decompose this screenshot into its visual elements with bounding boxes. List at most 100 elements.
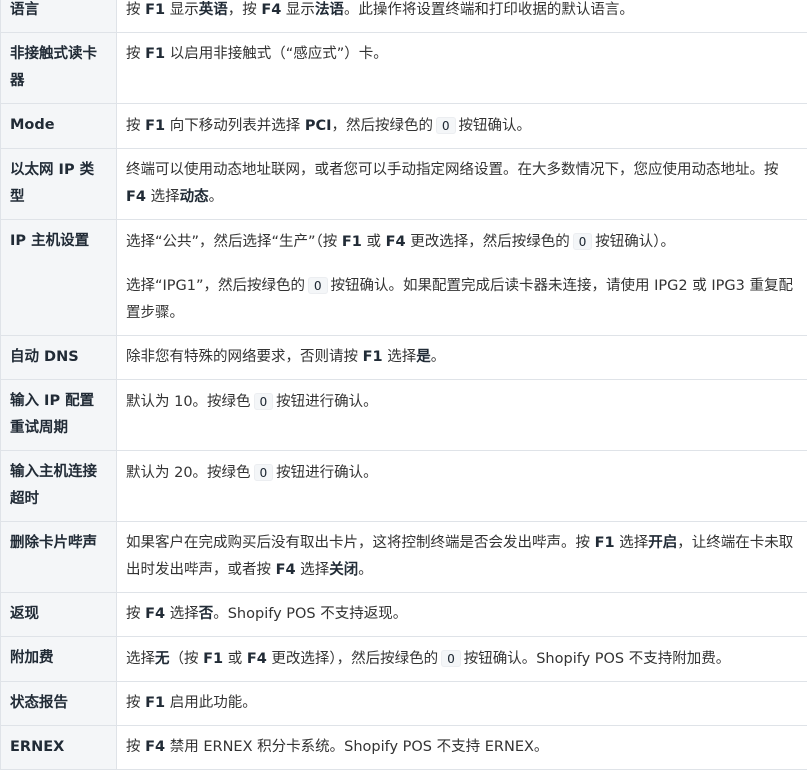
bold-term: F1 xyxy=(203,651,223,667)
setting-name: 删除卡片哔声 xyxy=(1,522,117,593)
setting-name: 语言 xyxy=(1,0,117,33)
table-row: 输入主机连接超时默认为 20。按绿色O按钮进行确认。 xyxy=(1,451,807,522)
bold-term: F4 xyxy=(247,651,267,667)
setting-name: Mode xyxy=(1,104,117,149)
setting-name: 输入 IP 配置重试周期 xyxy=(1,380,117,451)
description-paragraph: 选择“IPG1”，然后按绿色的O按钮确认。如果配置完成后读卡器未连接，请使用 I… xyxy=(126,272,798,327)
text-segment: 按 xyxy=(126,2,145,18)
text-segment: 终端可以使用动态地址联网，或者您可以手动指定网络设置。在大多数情况下，您应使用动… xyxy=(126,162,779,178)
table-row: 删除卡片哔声如果客户在完成购买后没有取出卡片，这将控制终端是否会发出哔声。按 F… xyxy=(1,522,807,593)
setting-description: 选择无（按 F1 或 F4 更改选择），然后按绿色的O按钮确认。Shopify … xyxy=(117,637,807,682)
text-segment: 选择 xyxy=(383,349,417,365)
bold-term: F1 xyxy=(363,349,383,365)
setting-name: 输入主机连接超时 xyxy=(1,451,117,522)
button-key-code: O xyxy=(441,650,461,667)
text-segment: 。Shopify POS 不支持返现。 xyxy=(213,606,407,622)
text-segment: 或 xyxy=(223,651,247,667)
setting-name: 状态报告 xyxy=(1,682,117,726)
text-segment: 按钮确认。Shopify POS 不支持附加费。 xyxy=(464,651,731,667)
setting-name: IP 主机设置 xyxy=(1,220,117,336)
setting-description: 除非您有特殊的网络要求，否则请按 F1 选择是。 xyxy=(117,336,807,380)
text-segment: 禁用 ERNEX 积分卡系统。Shopify POS 不支持 ERNEX。 xyxy=(165,739,548,755)
text-segment: 选择 xyxy=(146,189,180,205)
bold-term: F1 xyxy=(342,234,362,250)
setting-name: ERNEX xyxy=(1,726,117,770)
setting-name: 附加费 xyxy=(1,637,117,682)
text-segment: 显示 xyxy=(281,2,315,18)
text-segment: （按 xyxy=(170,651,204,667)
text-segment: 按钮确认。 xyxy=(459,118,532,134)
text-segment: 如果客户在完成购买后没有取出卡片，这将控制终端是否会发出哔声。按 xyxy=(126,535,595,551)
bold-term: 英语 xyxy=(199,2,228,18)
bold-term: F4 xyxy=(126,189,146,205)
text-segment: 选择 xyxy=(165,606,199,622)
bold-term: 关闭 xyxy=(329,562,358,578)
text-segment: 选择 xyxy=(126,651,155,667)
bold-term: F1 xyxy=(145,118,165,134)
setting-name: 返现 xyxy=(1,593,117,637)
setting-description: 默认为 10。按绿色O按钮进行确认。 xyxy=(117,380,807,451)
settings-table: 语言按 F1 显示英语，按 F4 显示法语。此操作将设置终端和打印收据的默认语言… xyxy=(0,0,807,770)
button-key-code: O xyxy=(254,464,274,481)
table-row: Mode按 F1 向下移动列表并选择 PCI，然后按绿色的O按钮确认。 xyxy=(1,104,807,149)
bold-term: F4 xyxy=(145,739,165,755)
bold-term: PCI xyxy=(305,118,332,134)
setting-description: 默认为 20。按绿色O按钮进行确认。 xyxy=(117,451,807,522)
text-segment: ，按 xyxy=(228,2,262,18)
setting-description: 按 F1 启用此功能。 xyxy=(117,682,807,726)
text-segment: 默认为 10。按绿色 xyxy=(126,394,251,410)
bold-term: 无 xyxy=(155,651,170,667)
table-row: 输入 IP 配置重试周期默认为 10。按绿色O按钮进行确认。 xyxy=(1,380,807,451)
button-key-code: O xyxy=(436,117,456,134)
text-segment: 显示 xyxy=(165,2,199,18)
text-segment: 选择 xyxy=(615,535,649,551)
text-segment: 更改选择），然后按绿色的 xyxy=(267,651,438,667)
table-row: 状态报告按 F1 启用此功能。 xyxy=(1,682,807,726)
text-segment: 按 xyxy=(126,46,145,62)
text-segment: 按钮进行确认。 xyxy=(276,394,378,410)
text-segment: 选择 xyxy=(296,562,330,578)
setting-description: 按 F1 向下移动列表并选择 PCI，然后按绿色的O按钮确认。 xyxy=(117,104,807,149)
text-segment: 选择“IPG1”，然后按绿色的 xyxy=(126,278,305,294)
text-segment: 按 xyxy=(126,695,145,711)
table-row: ERNEX按 F4 禁用 ERNEX 积分卡系统。Shopify POS 不支持… xyxy=(1,726,807,770)
setting-description: 按 F4 禁用 ERNEX 积分卡系统。Shopify POS 不支持 ERNE… xyxy=(117,726,807,770)
button-key-code: O xyxy=(573,233,593,250)
text-segment: ，然后按绿色的 xyxy=(332,118,434,134)
setting-name: 非接触式读卡器 xyxy=(1,33,117,104)
setting-description: 终端可以使用动态地址联网，或者您可以手动指定网络设置。在大多数情况下，您应使用动… xyxy=(117,149,807,220)
text-segment: 。 xyxy=(358,562,373,578)
settings-table-body: 语言按 F1 显示英语，按 F4 显示法语。此操作将设置终端和打印收据的默认语言… xyxy=(1,0,807,770)
table-row: 自动 DNS除非您有特殊的网络要求，否则请按 F1 选择是。 xyxy=(1,336,807,380)
text-segment: 按钮确认）。 xyxy=(595,234,675,250)
bold-term: F4 xyxy=(261,2,281,18)
bold-term: F1 xyxy=(145,2,165,18)
text-segment: 按 xyxy=(126,118,145,134)
setting-name: 以太网 IP 类型 xyxy=(1,149,117,220)
text-segment: 。此操作将设置终端和打印收据的默认语言。 xyxy=(344,2,634,18)
text-segment: 选择“公共”，然后选择“生产”（按 xyxy=(126,234,342,250)
text-segment: 或 xyxy=(362,234,386,250)
bold-term: F4 xyxy=(145,606,165,622)
table-row: 语言按 F1 显示英语，按 F4 显示法语。此操作将设置终端和打印收据的默认语言… xyxy=(1,0,807,33)
text-segment: 按 xyxy=(126,739,145,755)
bold-term: F1 xyxy=(145,46,165,62)
text-segment: 启用此功能。 xyxy=(165,695,257,711)
text-segment: 默认为 20。按绿色 xyxy=(126,465,251,481)
setting-description: 按 F1 显示英语，按 F4 显示法语。此操作将设置终端和打印收据的默认语言。 xyxy=(117,0,807,33)
bold-term: 法语 xyxy=(315,2,344,18)
text-segment: 向下移动列表并选择 xyxy=(165,118,305,134)
bold-term: F4 xyxy=(276,562,296,578)
setting-description: 如果客户在完成购买后没有取出卡片，这将控制终端是否会发出哔声。按 F1 选择开启… xyxy=(117,522,807,593)
text-segment: 按 xyxy=(126,606,145,622)
bold-term: F1 xyxy=(595,535,615,551)
text-segment: 以启用非接触式（“感应式”）卡。 xyxy=(165,46,388,62)
description-paragraph: 选择“公共”，然后选择“生产”（按 F1 或 F4 更改选择，然后按绿色的O按钮… xyxy=(126,228,798,256)
bold-term: 开启 xyxy=(648,535,677,551)
button-key-code: O xyxy=(254,393,274,410)
text-segment: 。 xyxy=(209,189,224,205)
setting-description: 按 F1 以启用非接触式（“感应式”）卡。 xyxy=(117,33,807,104)
table-row: 返现按 F4 选择否。Shopify POS 不支持返现。 xyxy=(1,593,807,637)
setting-description: 选择“公共”，然后选择“生产”（按 F1 或 F4 更改选择，然后按绿色的O按钮… xyxy=(117,220,807,336)
table-row: 附加费选择无（按 F1 或 F4 更改选择），然后按绿色的O按钮确认。Shopi… xyxy=(1,637,807,682)
